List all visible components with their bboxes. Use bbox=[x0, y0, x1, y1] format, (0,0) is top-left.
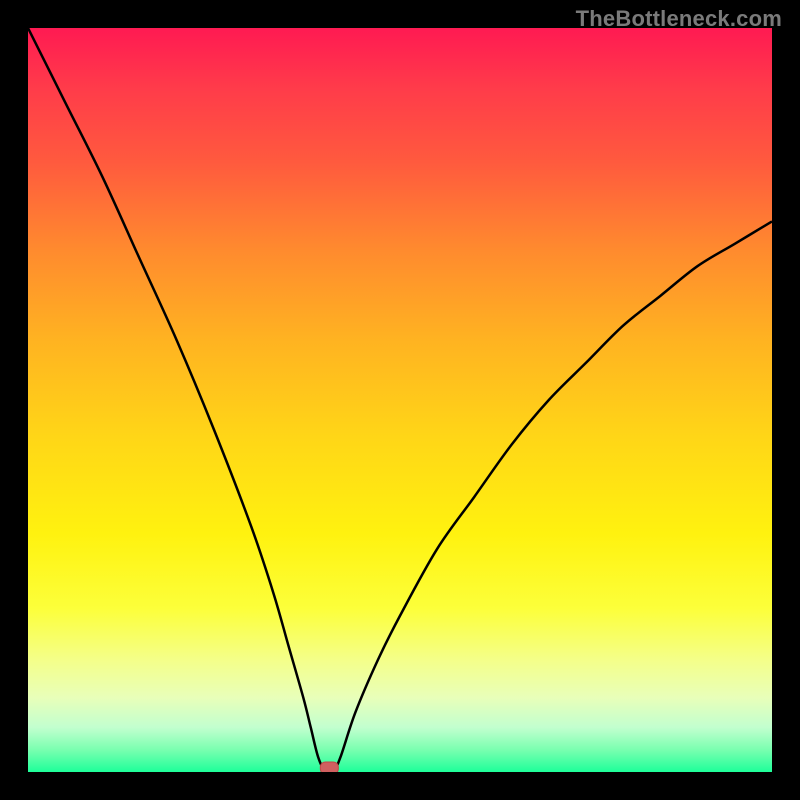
optimum-marker bbox=[320, 762, 338, 772]
chart-svg bbox=[28, 28, 772, 772]
watermark-text: TheBottleneck.com bbox=[576, 6, 782, 32]
chart-frame: TheBottleneck.com bbox=[0, 0, 800, 800]
plot-area bbox=[28, 28, 772, 772]
bottleneck-curve bbox=[28, 28, 772, 772]
